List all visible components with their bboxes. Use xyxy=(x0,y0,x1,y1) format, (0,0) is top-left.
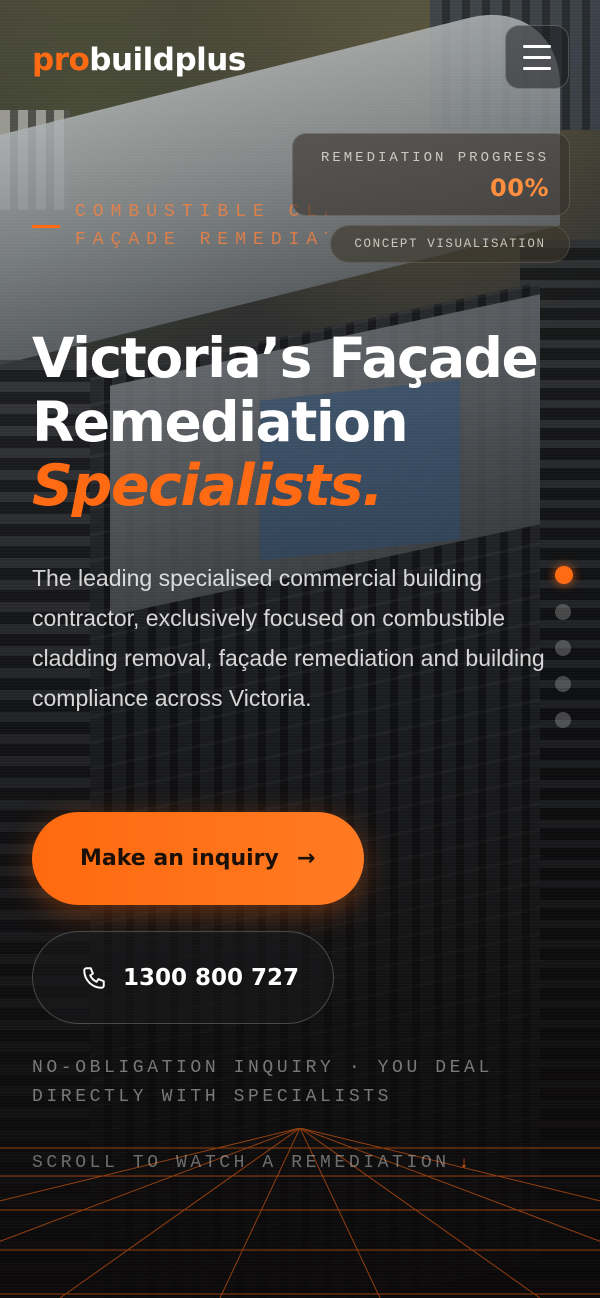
inquiry-note: NO-OBLIGATION INQUIRY · YOU DEAL DIRECTL… xyxy=(32,1058,493,1107)
menu-button[interactable] xyxy=(505,25,569,89)
section-dot[interactable] xyxy=(555,604,571,620)
phone-call-button[interactable]: 1300 800 727 xyxy=(32,931,334,1024)
hamburger-icon xyxy=(523,55,551,59)
phone-number: 1300 800 727 xyxy=(123,964,300,991)
progress-value: 00% xyxy=(490,174,549,202)
section-dot[interactable] xyxy=(555,712,571,728)
section-dots-nav xyxy=(555,566,573,728)
logo-text: buildplus xyxy=(89,42,246,78)
brand-logo[interactable]: probuildplus xyxy=(32,40,246,80)
section-dot[interactable] xyxy=(555,566,573,584)
progress-label: REMEDIATION PROGRESS xyxy=(320,150,549,166)
make-inquiry-label: Make an inquiry xyxy=(80,846,279,871)
hero-title-line-2: Remediation xyxy=(32,390,409,454)
scroll-hint[interactable]: SCROLL TO WATCH A REMEDIATION ↓ xyxy=(32,1153,472,1173)
eyebrow-label: COMBUSTIBLE CLADDING FAÇADE REMEDIATION xyxy=(75,198,327,254)
hamburger-icon xyxy=(523,66,551,70)
eyebrow-accent-line xyxy=(32,225,60,228)
logo-accent-text: pro xyxy=(32,42,90,78)
hero-title: Victoria’s Façade Remediation Specialist… xyxy=(32,326,572,518)
hero-description: The leading specialised commercial build… xyxy=(32,565,545,711)
phone-icon xyxy=(83,966,105,989)
hero-title-accent: Specialists. xyxy=(32,453,384,519)
scroll-hint-label: SCROLL TO WATCH A REMEDIATION xyxy=(32,1153,450,1173)
concept-visualisation-badge: CONCEPT VISUALISATION xyxy=(330,225,570,263)
remediation-progress-card: REMEDIATION PROGRESS 00% xyxy=(292,133,570,216)
hamburger-icon xyxy=(523,44,551,48)
eyebrow-line-2: FAÇADE REMEDIATION xyxy=(75,230,327,250)
eyebrow-line-1: COMBUSTIBLE CLADDING xyxy=(75,202,327,222)
hero-title-line-1: Victoria’s Façade xyxy=(32,326,539,390)
section-dot[interactable] xyxy=(555,640,571,656)
arrow-right-icon: → xyxy=(296,846,316,871)
section-dot[interactable] xyxy=(555,676,571,692)
arrow-down-icon: ↓ xyxy=(459,1155,473,1172)
make-inquiry-button[interactable]: Make an inquiry → xyxy=(32,812,364,905)
